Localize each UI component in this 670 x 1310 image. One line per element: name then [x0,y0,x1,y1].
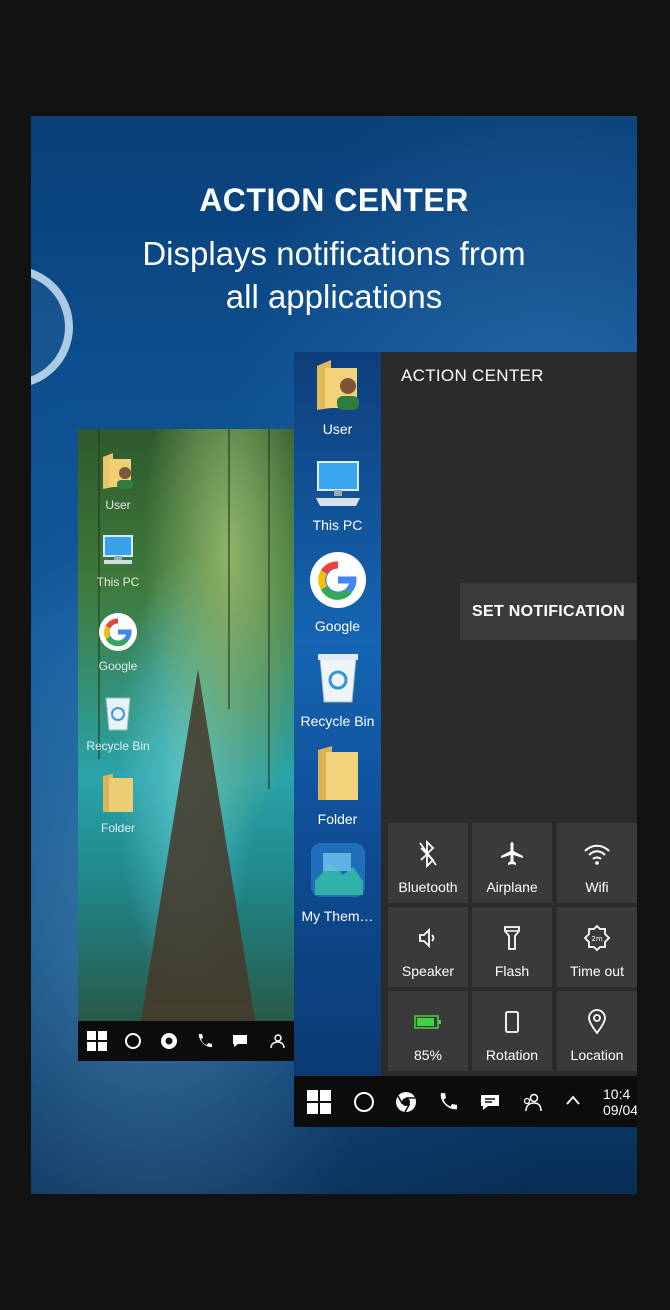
bluetooth-icon [419,840,437,868]
chrome-icon[interactable] [395,1091,417,1113]
user-folder-icon [316,360,359,410]
app-label: Folder [317,811,358,827]
google-icon [99,613,137,651]
set-notification-button[interactable]: SET NOTIFICATION [460,583,637,640]
clock-time: 10:4 [603,1086,631,1102]
windows-start-icon[interactable] [307,1090,331,1114]
tile-label: Flash [494,963,530,979]
tile-label: Time out [570,963,624,979]
phone-icon[interactable] [196,1032,214,1050]
back-phone-screenshot: User This PC Google Recycle Bin Folder [78,429,294,1061]
front-taskbar: 10:4 09/04 [294,1076,637,1127]
app-sidebar: User This PC Google Recycle Bin Folder M… [294,352,381,1076]
tile-label: Rotation [485,1047,539,1063]
tile-bluetooth[interactable]: Bluetooth [388,823,468,903]
back-taskbar [78,1021,294,1061]
desktop-icon-label: Folder [100,821,135,835]
computer-icon [315,461,360,506]
desktop-icon-label: User [105,498,131,512]
sidebar-app-this-pc[interactable]: This PC [294,458,381,533]
desktop-icon-label: Google [98,659,138,673]
vine [228,429,230,709]
google-icon [309,552,366,608]
recycle-bin-icon [317,654,358,703]
promo-subtitle-line2: all applications [225,278,443,315]
promo-title: ACTION CENTER [199,182,469,218]
promo-subtitle: Displays notifications from all applicat… [71,232,597,318]
taskbar-clock[interactable]: 10:4 09/04 [603,1086,637,1118]
app-label: Recycle Bin [300,713,375,729]
tile-label: Airplane [486,879,538,895]
sidebar-app-folder[interactable]: Folder [294,744,381,827]
app-label: My Them… [301,908,374,924]
desktop-icon-recycle-bin[interactable]: Recycle Bin [78,692,158,753]
sidebar-app-my-themes[interactable]: My Them… [294,841,381,924]
sidebar-app-recycle-bin[interactable]: Recycle Bin [294,650,381,729]
people-icon[interactable] [267,1032,285,1050]
decorative-circle [31,266,73,388]
airplane-icon [501,842,523,865]
tile-speaker[interactable]: Speaker [388,907,468,987]
tile-label: Location [570,1047,624,1063]
themes-icon [310,843,365,897]
desktop-icon-google[interactable]: Google [78,612,158,673]
sidebar-app-user[interactable]: User [294,358,381,437]
timeout-icon: 2m [583,924,611,952]
app-label: This PC [312,517,363,533]
rotation-icon [505,1011,519,1033]
desktop-icon-label: Recycle Bin [86,739,150,753]
windows-start-icon[interactable] [86,1031,107,1051]
svg-text:2m: 2m [591,935,602,943]
search-circle-icon[interactable] [124,1032,142,1050]
search-circle-icon[interactable] [353,1091,375,1113]
tile-rotation[interactable]: Rotation [472,991,552,1071]
tile-label: Speaker [401,963,455,979]
tile-label: 85% [413,1047,443,1063]
chevron-up-icon[interactable] [565,1094,581,1106]
app-label: User [322,421,353,437]
battery-icon [414,1015,441,1029]
tile-flash[interactable]: Flash [472,907,552,987]
phone-icon[interactable] [437,1091,459,1113]
tile-time-out[interactable]: 2m Time out [557,907,637,987]
tile-label: Bluetooth [398,879,458,895]
desktop-icon-label: This PC [96,575,140,589]
tile-label: Wifi [585,879,609,895]
clock-date: 09/04 [603,1102,637,1118]
tile-airplane[interactable]: Airplane [472,823,552,903]
promo-subtitle-line1: Displays notifications from [142,235,526,272]
front-phone-screenshot: User This PC Google Recycle Bin Folder M… [294,352,637,1127]
vine [268,429,270,789]
chrome-icon[interactable] [160,1032,178,1050]
desktop-icon-user[interactable]: User [78,451,158,512]
tile-location[interactable]: Location [557,991,637,1071]
flashlight-icon [504,926,520,950]
desktop-icon-folder[interactable]: Folder [78,772,158,835]
location-icon [588,1009,606,1035]
people-icon[interactable] [521,1091,543,1113]
folder-icon [103,774,133,812]
message-icon[interactable] [231,1032,249,1050]
tile-battery[interactable]: 85% [388,991,468,1071]
sidebar-app-google[interactable]: Google [294,551,381,634]
message-icon[interactable] [479,1091,501,1113]
promo-banner: ACTION CENTER Displays notifications fro… [31,116,637,1194]
folder-icon [317,746,358,800]
action-center-title: ACTION CENTER [401,366,544,385]
tile-wifi[interactable]: Wifi [557,823,637,903]
app-label: Google [314,618,361,634]
computer-icon [103,535,133,564]
recycle-bin-icon [105,697,131,731]
wifi-icon [584,844,610,865]
user-folder-icon [103,453,133,489]
desktop-icon-this-pc[interactable]: This PC [78,532,158,589]
action-center-panel: ACTION CENTER SET NOTIFICATION Bluetooth… [381,352,637,1076]
speaker-icon [419,927,435,949]
